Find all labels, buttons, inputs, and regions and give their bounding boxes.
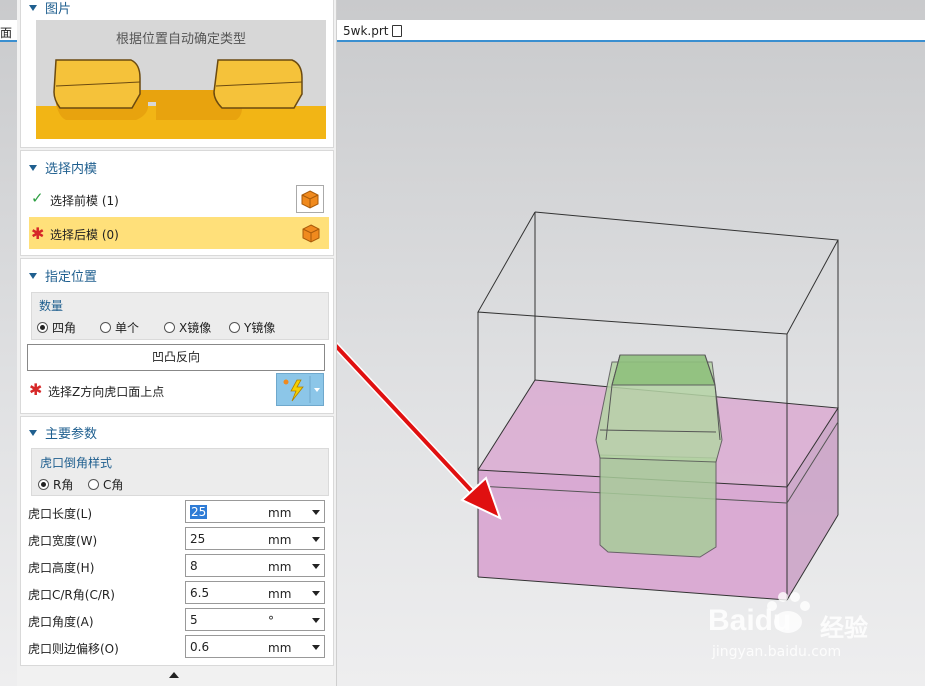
picture-header[interactable]: 图片: [29, 0, 71, 17]
param-row-offset: 虎口则边偏移(O) 0.6 mm: [27, 635, 327, 659]
collapse-triangle-icon: [29, 165, 37, 171]
radio-label: C角: [103, 478, 124, 492]
collapse-triangle-icon: [29, 273, 37, 279]
param-row-corner: 虎口C/R角(C/R) 6.5 mm: [27, 581, 327, 605]
select-core-header-label: 选择内模: [45, 162, 98, 177]
param-row-length: 虎口长度(L) 25 mm: [27, 500, 327, 524]
tool-dialog-panel: 图片 根据位置自动确定类型 选择内模 ✓ 选择前模 (1) ✱ 选择后模 (0)…: [17, 0, 337, 686]
param-value: 0.6: [190, 640, 210, 654]
radio-label: 四角: [52, 321, 77, 335]
param-row-angle: 虎口角度(A) 5 °: [27, 608, 327, 632]
radio-icon: [88, 479, 99, 490]
radio-icon: [100, 322, 111, 333]
param-value: 6.5: [190, 586, 210, 600]
radio-single[interactable]: 单个: [100, 319, 139, 336]
radio-r-corner[interactable]: R角: [38, 476, 73, 493]
select-core-header[interactable]: 选择内模: [29, 158, 97, 177]
dropdown-arrow-icon[interactable]: [312, 618, 320, 623]
quantity-label: 数量: [39, 299, 64, 313]
param-label: 虎口则边偏移(O): [28, 642, 119, 656]
radio-label: Y镜像: [244, 321, 276, 335]
radio-four-corners[interactable]: 四角: [37, 319, 76, 336]
watermark-brand-cn: 经验: [820, 614, 868, 642]
dropdown-arrow-icon[interactable]: [312, 645, 320, 650]
picture-section: 图片 根据位置自动确定类型: [20, 0, 334, 148]
radio-c-corner[interactable]: C角: [88, 476, 123, 493]
check-icon: ✓: [31, 189, 44, 207]
param-unit: °: [268, 614, 274, 628]
position-header[interactable]: 指定位置: [29, 266, 97, 285]
param-unit: mm: [268, 506, 292, 520]
select-front-button[interactable]: [296, 185, 324, 213]
required-asterisk-icon: ✱: [31, 224, 45, 243]
dropdown-arrow-icon[interactable]: [312, 564, 320, 569]
collapse-triangle-icon: [29, 5, 37, 11]
radio-label: X镜像: [179, 321, 212, 335]
param-unit: mm: [268, 533, 292, 547]
position-header-label: 指定位置: [45, 270, 98, 285]
chamfer-style-group: 虎口倒角样式 R角 C角: [31, 448, 329, 496]
preview-illustration: [36, 59, 326, 139]
select-point-label: 选择Z方向虎口面上点: [48, 385, 165, 399]
param-value: 5: [190, 613, 198, 627]
select-front-row[interactable]: ✓ 选择前模 (1): [31, 183, 327, 215]
radio-icon: [38, 479, 49, 490]
param-unit: mm: [268, 587, 292, 601]
dropdown-arrow-icon[interactable]: [312, 510, 320, 515]
watermark-url: jingyan.baidu.com: [712, 644, 842, 660]
radio-label: 单个: [115, 321, 140, 335]
watermark-brand: Baidu: [708, 604, 792, 637]
radio-label: R角: [53, 478, 74, 492]
param-value: 25: [190, 532, 206, 546]
param-unit: mm: [268, 560, 292, 574]
param-label: 虎口高度(H): [28, 561, 95, 575]
param-value: 8: [190, 559, 198, 573]
select-back-row[interactable]: ✱ 选择后模 (0): [29, 217, 329, 249]
param-row-height: 虎口高度(H) 8 mm: [27, 554, 327, 578]
collapse-triangle-icon: [29, 430, 37, 436]
radio-icon: [229, 322, 240, 333]
select-back-label: 选择后模 (0): [50, 228, 119, 242]
select-front-label: 选择前模 (1): [50, 194, 119, 208]
offset-input[interactable]: 0.6 mm: [185, 635, 325, 658]
cube-icon: [302, 224, 320, 243]
angle-input[interactable]: 5 °: [185, 608, 325, 631]
required-asterisk-icon: ✱: [29, 380, 43, 399]
picture-header-label: 图片: [45, 2, 72, 17]
param-label: 虎口C/R角(C/R): [28, 588, 115, 602]
param-value: 25: [190, 505, 208, 519]
radio-y-mirror[interactable]: Y镜像: [229, 319, 275, 336]
chamfer-style-label: 虎口倒角样式: [40, 456, 113, 470]
height-input[interactable]: 8 mm: [185, 554, 325, 577]
length-input[interactable]: 25 mm: [185, 500, 325, 523]
dropdown-arrow-icon[interactable]: [312, 537, 320, 542]
params-header[interactable]: 主要参数: [29, 423, 97, 442]
radio-icon: [164, 322, 175, 333]
select-back-button[interactable]: [297, 219, 325, 247]
select-core-section: 选择内模 ✓ 选择前模 (1) ✱ 选择后模 (0): [20, 150, 334, 256]
param-unit: mm: [268, 641, 292, 655]
dropdown-arrow-icon[interactable]: [312, 591, 320, 596]
radio-icon: [37, 322, 48, 333]
point-lightning-icon: [283, 376, 320, 403]
width-input[interactable]: 25 mm: [185, 527, 325, 550]
radio-x-mirror[interactable]: X镜像: [164, 319, 211, 336]
param-label: 虎口宽度(W): [28, 534, 98, 548]
point-snap-button[interactable]: [276, 373, 324, 406]
param-row-width: 虎口宽度(W) 25 mm: [27, 527, 327, 551]
flip-direction-button[interactable]: 凹凸反向: [27, 344, 325, 371]
quantity-group: 数量 四角 单个 X镜像 Y镜像: [31, 292, 329, 340]
type-preview-image: 根据位置自动确定类型: [36, 20, 326, 139]
baidu-watermark: Baidu 经验 jingyan.baidu.com: [708, 592, 883, 672]
param-label: 虎口角度(A): [28, 615, 94, 629]
params-header-label: 主要参数: [45, 427, 98, 442]
collapse-panel-icon[interactable]: [169, 672, 179, 678]
insert-core: [595, 354, 723, 558]
param-label: 虎口长度(L): [28, 507, 93, 521]
corner-input[interactable]: 6.5 mm: [185, 581, 325, 604]
cube-icon: [301, 190, 319, 209]
